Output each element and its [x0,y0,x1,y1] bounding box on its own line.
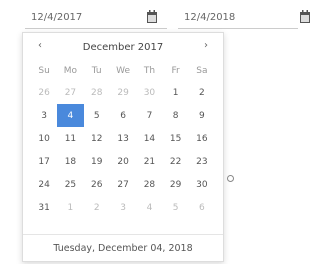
prev-month-button[interactable]: ‹ [33,40,47,51]
day-cell[interactable]: 30 [136,81,162,104]
day-cell[interactable]: 12 [84,127,110,150]
weekday-label: Sa [196,66,208,76]
day-cell[interactable]: 4 [136,196,162,219]
day-cell[interactable]: 7 [136,104,162,127]
month-title[interactable]: December 2017 [83,42,163,53]
calendar-header: ‹ December 2017 › [23,33,223,61]
day-cell[interactable]: 16 [189,127,215,150]
day-cell[interactable]: 3 [31,104,57,127]
day-cell[interactable]: 3 [110,196,137,219]
weekday-label: We [116,66,131,76]
calendar-days: 26 27 28 29 30 1 2 3 4 5 6 7 8 9 10 11 12 13 14 15 16 17 18 19 2… [31,81,215,219]
day-cell[interactable]: 14 [136,127,162,150]
day-cell[interactable]: 30 [189,173,215,196]
end-date-input[interactable]: 12/4/2018 [178,7,298,29]
day-cell[interactable]: 2 [189,81,215,104]
calendar-grid: Su Mo Tu We Th Fr Sa 26 27 28 29 30 1 2 3 4 5 6 7 8 9 10 11 12… [31,61,215,219]
calendar-popup: ‹ December 2017 › Su Mo Tu We Th Fr Sa 26 27 28 2… [22,32,224,262]
day-cell[interactable]: 2 [84,196,110,219]
day-cell[interactable]: 6 [110,104,137,127]
day-cell[interactable]: 19 [84,150,110,173]
day-cell[interactable]: 1 [163,81,189,104]
day-cell[interactable]: 24 [31,173,57,196]
day-cell[interactable]: 27 [57,81,83,104]
week-row: 17 18 19 20 21 22 23 [31,150,215,173]
weekday-row: Su Mo Tu We Th Fr Sa [31,61,215,81]
week-row: 3456789 [31,104,215,127]
selected-day-cell[interactable]: 4 [57,104,84,127]
today-footer[interactable]: Tuesday, December 04, 2018 [23,234,223,261]
week-row: 10 11 12 13 14 15 16 [31,127,215,150]
day-cell[interactable]: 8 [163,104,189,127]
day-cell[interactable]: 25 [57,173,83,196]
weekday-label: Mo [63,66,78,76]
day-cell[interactable]: 15 [163,127,189,150]
day-cell[interactable]: 28 [84,81,110,104]
week-row: 24 25 26 27 28 29 30 [31,173,215,196]
weekday-label: Tu [91,66,102,76]
next-month-button[interactable]: › [199,40,213,51]
day-cell[interactable]: 26 [31,81,57,104]
weekday-label: Su [38,66,50,76]
day-cell[interactable]: 6 [189,196,215,219]
day-cell[interactable]: 23 [189,150,215,173]
week-row: 31 1 2 3 4 5 6 [31,196,215,219]
day-cell[interactable]: 31 [31,196,57,219]
day-cell[interactable]: 21 [136,150,162,173]
calendar-icon[interactable] [146,10,158,24]
day-cell[interactable]: 10 [31,127,57,150]
cursor-ring [227,175,234,182]
day-cell[interactable]: 28 [136,173,162,196]
day-cell[interactable]: 13 [110,127,137,150]
day-cell[interactable]: 9 [189,104,215,127]
day-cell[interactable]: 26 [84,173,110,196]
day-cell[interactable]: 5 [163,196,189,219]
day-cell[interactable]: 11 [57,127,83,150]
day-cell[interactable]: 1 [57,196,83,219]
day-cell[interactable]: 22 [163,150,189,173]
weekday-label: Fr [171,66,180,76]
day-cell[interactable]: 18 [57,150,83,173]
week-row: 26 27 28 29 30 1 2 [31,81,215,104]
day-cell[interactable]: 27 [110,173,137,196]
weekday-label: Th [143,66,156,76]
day-cell[interactable]: 20 [110,150,137,173]
day-cell[interactable]: 5 [84,104,110,127]
day-cell[interactable]: 29 [110,81,137,104]
day-cell[interactable]: 29 [163,173,189,196]
calendar-icon[interactable] [299,10,311,24]
day-cell[interactable]: 17 [31,150,57,173]
